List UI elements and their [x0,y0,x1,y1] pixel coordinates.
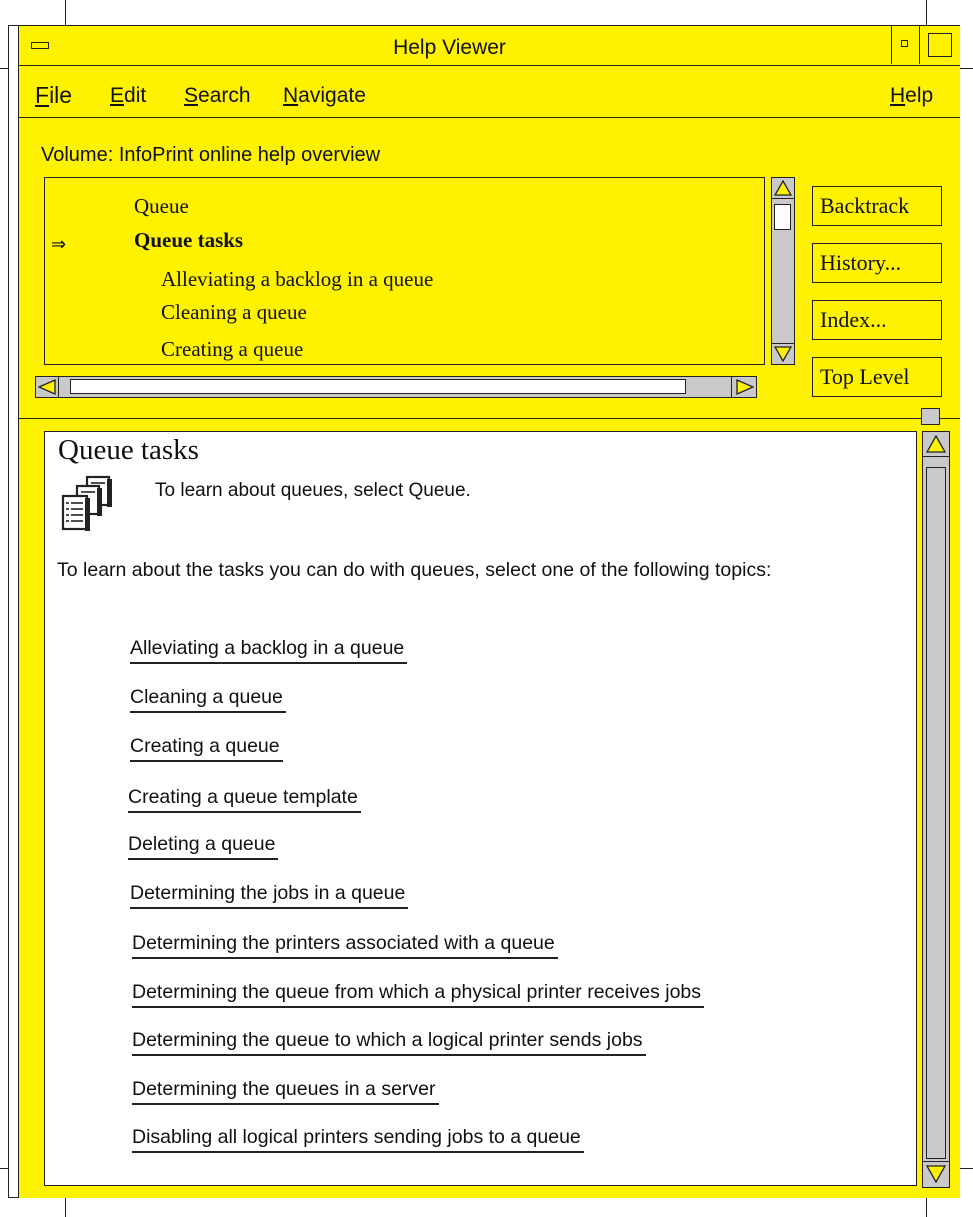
tree-item-cleaning[interactable]: Cleaning a queue [161,300,307,325]
topic-title: Queue tasks [58,434,199,466]
topic-link[interactable]: Cleaning a queue [130,686,286,713]
topic-link[interactable]: Determining the jobs in a queue [130,882,409,909]
menu-help[interactable]: Help [890,84,933,108]
scroll-divider [923,1161,949,1162]
registration-mark [960,1168,973,1169]
topic-link[interactable]: Deleting a queue [128,833,279,860]
scroll-divider [731,377,732,397]
topic-link[interactable]: Determining the queues in a server [132,1078,439,1105]
scroll-divider [58,377,59,397]
contents-tree[interactable]: Queue ⇒ Queue tasks Alleviating a backlo… [44,177,765,365]
menu-bar: File Edit Search Navigate Help [19,66,960,118]
scroll-up-arrow-icon[interactable] [926,435,946,453]
topic-content-pane: Queue tasks To learn about queues, selec… [44,431,917,1186]
scroll-thumb[interactable] [70,379,686,394]
registration-mark [960,68,973,69]
tree-item-queue-tasks[interactable]: Queue tasks [134,228,243,253]
menu-navigate[interactable]: Navigate [283,84,366,108]
topic-link[interactable]: Disabling all logical printers sending j… [132,1126,584,1153]
title-bar: Help Viewer [18,26,960,66]
tree-item-creating[interactable]: Creating a queue [161,337,303,362]
scroll-left-arrow-icon[interactable] [38,379,56,395]
tree-item-alleviating[interactable]: Alleviating a backlog in a queue [161,267,433,292]
documents-icon [61,475,112,531]
selected-arrow-icon: ⇒ [51,234,67,255]
topic-link[interactable]: Creating a queue template [128,786,361,813]
registration-mark [65,0,66,26]
scroll-divider [772,343,794,344]
pane-separator [19,418,960,419]
maximize-button[interactable] [919,26,961,64]
scroll-down-arrow-icon[interactable] [926,1165,946,1183]
scroll-divider [772,198,794,199]
scroll-down-arrow-icon[interactable] [774,346,792,362]
minimize-icon [901,40,908,47]
history-button[interactable]: History... [812,243,942,283]
content-vertical-scrollbar[interactable] [922,431,950,1188]
registration-mark [65,1198,66,1217]
window-title: Help Viewer [393,36,506,59]
tree-item-queue[interactable]: Queue [134,194,189,219]
minimize-button[interactable] [891,26,919,64]
scroll-up-arrow-icon[interactable] [774,180,792,196]
scroll-thumb[interactable] [926,467,946,1159]
registration-mark [926,1198,927,1217]
topic-intro-text: To learn about queues, select Queue. [155,480,471,501]
registration-mark [926,0,927,26]
topic-paragraph: To learn about the tasks you can do with… [57,559,772,581]
backtrack-button[interactable]: Backtrack [812,186,942,226]
top-level-button[interactable]: Top Level [812,357,942,397]
scroll-right-arrow-icon[interactable] [736,379,754,395]
scroll-divider [923,456,949,457]
topic-link[interactable]: Determining the queue to which a logical… [132,1029,646,1056]
topic-link[interactable]: Determining the queue from which a physi… [132,981,705,1008]
topic-link[interactable]: Alleviating a backlog in a queue [130,637,408,664]
registration-mark [0,68,8,69]
tree-horizontal-scrollbar[interactable] [35,376,757,398]
maximize-icon [928,33,952,57]
menu-edit[interactable]: Edit [110,84,146,108]
volume-label: Volume: InfoPrint online help overview [41,144,381,166]
menu-search[interactable]: Search [184,84,251,108]
topic-link[interactable]: Creating a queue [130,735,283,762]
registration-mark [0,1168,8,1169]
scroll-thumb[interactable] [774,204,791,230]
pane-sizer-handle[interactable] [921,408,940,425]
menu-file[interactable]: File [35,82,72,109]
index-button[interactable]: Index... [812,300,942,340]
tree-vertical-scrollbar[interactable] [771,177,795,365]
topic-link[interactable]: Determining the printers associated with… [132,932,558,959]
